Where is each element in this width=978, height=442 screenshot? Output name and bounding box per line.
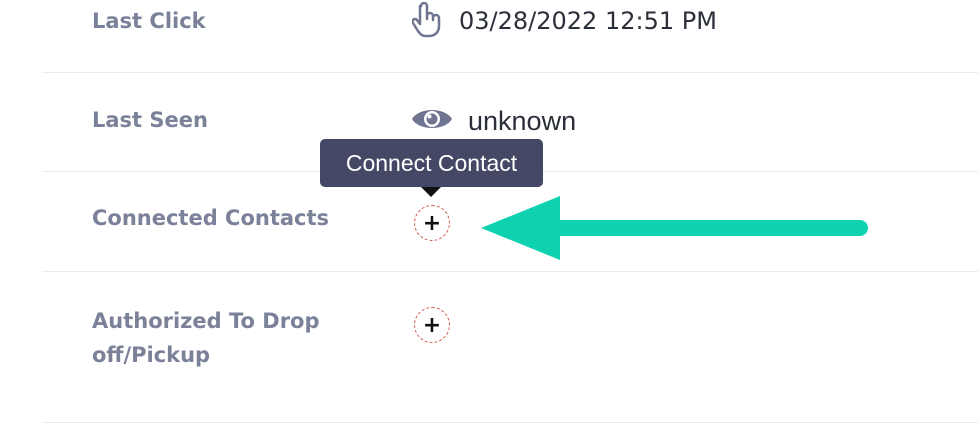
- connect-contact-tooltip: Connect Contact: [320, 139, 543, 187]
- plus-icon: +: [422, 210, 442, 236]
- divider: [42, 72, 978, 73]
- contact-details-panel: Last Click 03/28/2022 12:51 PM Last Seen…: [0, 0, 978, 442]
- annotation-arrow: [481, 196, 868, 260]
- authorized-drop-off-pickup-label: Authorized To Drop off/Pickup: [92, 309, 320, 367]
- hand-pointer-icon: [411, 1, 444, 42]
- tooltip-text: Connect Contact: [345, 149, 518, 176]
- last-seen-label: Last Seen: [92, 108, 208, 132]
- last-click-value: 03/28/2022 12:51 PM: [459, 7, 717, 35]
- connected-contacts-label: Connected Contacts: [92, 206, 330, 230]
- last-click-label: Last Click: [92, 9, 206, 33]
- connected-contacts-add-button[interactable]: +: [414, 205, 450, 241]
- plus-icon: +: [422, 312, 442, 338]
- divider: [42, 271, 978, 272]
- authorized-add-button[interactable]: +: [414, 307, 450, 343]
- tooltip-caret: [421, 187, 441, 197]
- eye-icon: [411, 104, 453, 138]
- divider: [42, 422, 978, 423]
- last-seen-value: unknown: [468, 106, 577, 136]
